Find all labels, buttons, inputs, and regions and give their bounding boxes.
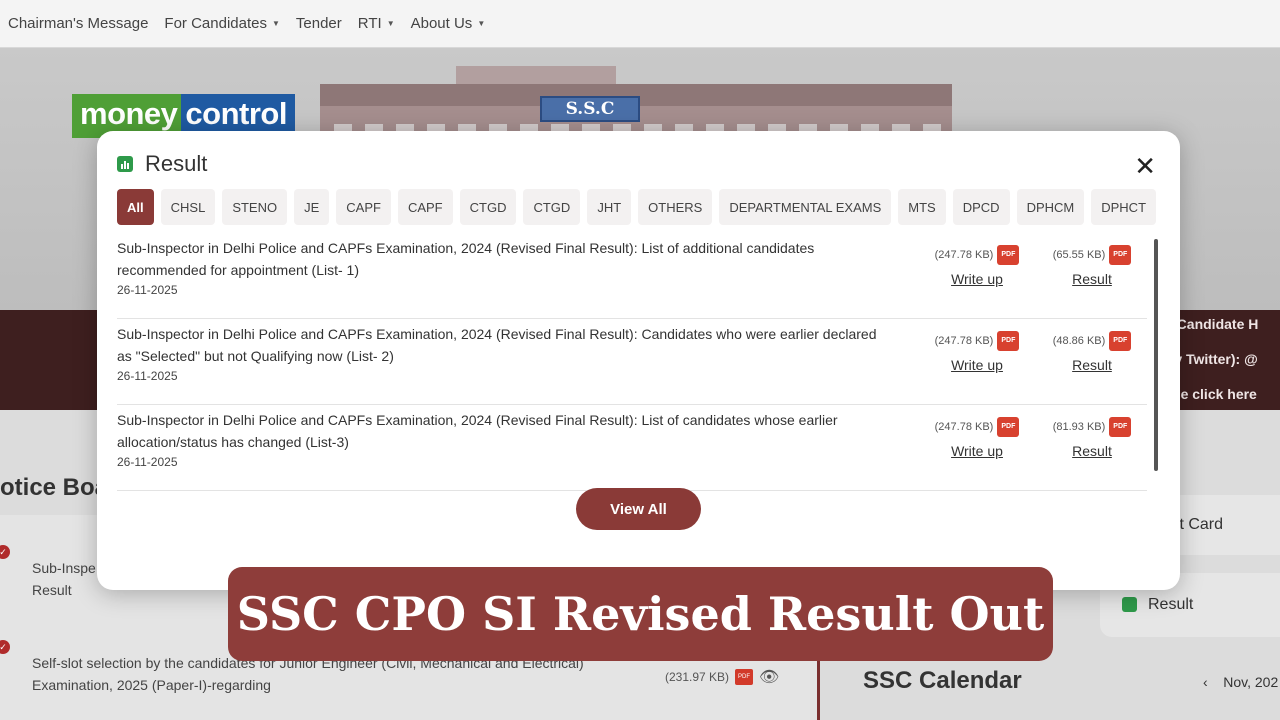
- file-size: (48.86 KB): [1052, 335, 1106, 347]
- result-list: Sub-Inspector in Delhi Police and CAPFs …: [117, 233, 1147, 491]
- caret-down-icon: ▼: [386, 19, 395, 28]
- result-date: 26-11-2025: [117, 455, 178, 469]
- result-download: (81.93 KB) PDF Result: [1037, 417, 1147, 459]
- notice-item-line2: Examination, 2025 (Paper-I)-regarding: [32, 677, 271, 693]
- tab-mts[interactable]: MTS: [898, 189, 946, 225]
- result-date: 26-11-2025: [117, 369, 178, 383]
- result-download: (65.55 KB) PDF Result: [1037, 245, 1147, 287]
- file-size: (247.78 KB): [934, 249, 994, 261]
- eye-icon[interactable]: 👁: [759, 667, 779, 687]
- nav-item-label: Tender: [295, 15, 342, 32]
- nav-item-label: About Us: [410, 15, 473, 32]
- nav-item[interactable]: About Us ▼: [411, 15, 486, 32]
- nav-item[interactable]: RTI ▼: [358, 15, 395, 32]
- view-all-button[interactable]: View All: [576, 488, 701, 530]
- writeup-link[interactable]: Write up: [922, 443, 1032, 459]
- result-row: Sub-Inspector in Delhi Police and CAPFs …: [117, 405, 1147, 491]
- category-tabs: All CHSL STENO JE CAPF CAPF CTGD CTGD JHT OTHERS D…: [117, 189, 1159, 227]
- result-row: Sub-Inspector in Delhi Police and CAPFs …: [117, 319, 1147, 405]
- tab-others[interactable]: OTHERS: [638, 189, 713, 225]
- result-title[interactable]: Sub-Inspector in Delhi Police and CAPFs …: [117, 237, 877, 281]
- close-icon[interactable]: ✕: [1134, 153, 1156, 179]
- caret-down-icon: ▼: [477, 19, 486, 28]
- notice-item[interactable]: Sub-Inspe Result: [32, 557, 96, 601]
- modal-header: Result: [117, 151, 207, 177]
- tab-chsl[interactable]: CHSL: [160, 189, 216, 225]
- tab-all[interactable]: All: [117, 189, 154, 225]
- tab-jht[interactable]: JHT: [587, 189, 632, 225]
- ssc-sign: S.S.C: [540, 96, 640, 122]
- calendar-title: SSC Calendar: [863, 667, 1022, 694]
- nav-item[interactable]: Tender: [296, 15, 342, 32]
- result-link[interactable]: Result: [1037, 443, 1147, 459]
- tab-capf[interactable]: CAPF: [397, 189, 453, 225]
- list-scrollbar[interactable]: [1154, 239, 1158, 471]
- calendar-nav[interactable]: ‹ Nov, 202: [1203, 674, 1278, 690]
- tab-steno[interactable]: STENO: [222, 189, 288, 225]
- notice-board-title: otice Boa: [0, 474, 109, 501]
- writeup-download: (247.78 KB) PDF Write up: [922, 245, 1032, 287]
- result-title[interactable]: Sub-Inspector in Delhi Police and CAPFs …: [117, 409, 877, 453]
- caret-down-icon: ▼: [271, 19, 280, 28]
- pdf-icon[interactable]: PDF: [1109, 331, 1132, 351]
- result-download: (48.86 KB) PDF Result: [1037, 331, 1147, 373]
- tab-ctgd[interactable]: CTGD: [459, 189, 517, 225]
- nav-item-label: Chairman's Message: [8, 15, 149, 32]
- nav-item-label: RTI: [357, 15, 382, 32]
- file-size: (247.78 KB): [934, 335, 994, 347]
- writeup-link[interactable]: Write up: [922, 271, 1032, 287]
- tab-departmental-exams[interactable]: DEPARTMENTAL EXAMS: [719, 189, 892, 225]
- pdf-icon[interactable]: PDF: [997, 417, 1020, 437]
- file-size: (247.78 KB): [934, 421, 994, 433]
- nav-item-label: For Candidates: [164, 15, 267, 32]
- file-size: (81.93 KB): [1052, 421, 1106, 433]
- writeup-link[interactable]: Write up: [922, 357, 1032, 373]
- top-nav: Chairman's Message For Candidates ▼ Tender R…: [0, 0, 1280, 48]
- result-link[interactable]: Result: [1037, 357, 1147, 373]
- result-modal: Result ✕ All CHSL STENO JE CAPF CAPF CTGD CTGD J…: [97, 131, 1180, 590]
- tab-je[interactable]: JE: [294, 189, 330, 225]
- result-chart-icon: [1122, 597, 1137, 612]
- file-size: (65.55 KB): [1052, 249, 1106, 261]
- pdf-icon[interactable]: PDF: [997, 245, 1020, 265]
- headline-banner: SSC CPO SI Revised Result Out: [228, 567, 1053, 661]
- nav-item[interactable]: Chairman's Message: [8, 15, 148, 32]
- bar-chart-icon: [117, 156, 133, 172]
- pdf-icon[interactable]: PDF: [997, 331, 1020, 351]
- notice-attachment[interactable]: (231.97 KB) PDF 👁: [665, 667, 779, 687]
- tab-dpcd[interactable]: DPCD: [952, 189, 1010, 225]
- tab-capf[interactable]: CAPF: [336, 189, 391, 225]
- result-date: 26-11-2025: [117, 283, 178, 297]
- tab-dphcm[interactable]: DPHCM: [1016, 189, 1085, 225]
- writeup-download: (247.78 KB) PDF Write up: [922, 417, 1032, 459]
- calendar-month: Nov, 202: [1223, 674, 1279, 690]
- notice-item-line2: Result: [32, 582, 72, 598]
- result-tile-label: Result: [1148, 596, 1194, 613]
- pdf-icon[interactable]: PDF: [735, 669, 754, 685]
- headline-text: SSC CPO SI Revised Result Out: [236, 587, 1045, 641]
- tab-dphct[interactable]: DPHCT: [1091, 189, 1157, 225]
- notice-item-line1: Sub-Inspe: [32, 560, 96, 576]
- result-link[interactable]: Result: [1037, 271, 1147, 287]
- nav-item[interactable]: For Candidates ▼: [164, 15, 279, 32]
- notice-file-size: (231.97 KB): [665, 670, 730, 684]
- pdf-icon[interactable]: PDF: [1109, 417, 1132, 437]
- tab-ctgd[interactable]: CTGD: [523, 189, 581, 225]
- chevron-left-icon[interactable]: ‹: [1203, 674, 1208, 690]
- result-title[interactable]: Sub-Inspector in Delhi Police and CAPFs …: [117, 323, 877, 367]
- modal-title: Result: [145, 151, 208, 176]
- writeup-download: (247.78 KB) PDF Write up: [922, 331, 1032, 373]
- result-row: Sub-Inspector in Delhi Police and CAPFs …: [117, 233, 1147, 319]
- pdf-icon[interactable]: PDF: [1109, 245, 1132, 265]
